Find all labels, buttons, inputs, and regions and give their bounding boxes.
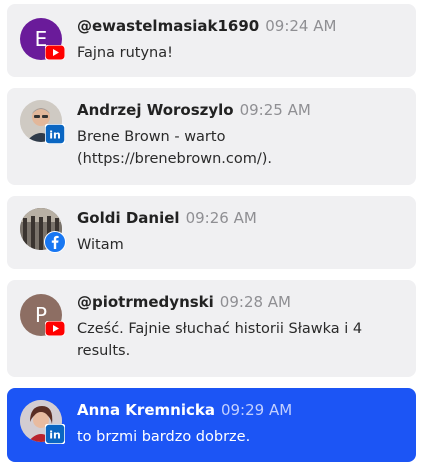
- message-author: Goldi Daniel: [77, 209, 180, 227]
- chat-message[interactable]: Goldi Daniel 09:26 AM Witam: [7, 196, 416, 269]
- message-text: Witam: [77, 237, 124, 253]
- avatar: [20, 208, 66, 253]
- message-time: 09:28 AM: [219, 293, 291, 311]
- message-text: Cześć. Fajnie słuchać historii Sławka i …: [77, 321, 363, 359]
- facebook-icon: [44, 231, 66, 253]
- message-text: Fajna rutyna!: [77, 45, 173, 61]
- message-author: @ewastelmasiak1690: [77, 17, 260, 35]
- youtube-icon: [44, 317, 66, 339]
- svg-text:in: in: [49, 429, 61, 442]
- chat-message-highlighted[interactable]: in Anna Kremnicka 09:29 AM to brzmi bardz…: [7, 388, 416, 462]
- avatar: E: [20, 18, 65, 60]
- message-author: Andrzej Woroszylo: [77, 101, 234, 119]
- avatar: P: [20, 294, 65, 336]
- chat-message[interactable]: in Andrzej Woroszylo 09:25 AM Brene Brown…: [7, 88, 416, 185]
- avatar: in: [20, 100, 65, 144]
- message-time: 09:26 AM: [185, 209, 257, 227]
- linkedin-icon: in: [44, 123, 66, 145]
- message-text: to brzmi bardzo dobrze.: [77, 429, 251, 445]
- message-author: Anna Kremnicka: [77, 401, 215, 419]
- message-time: 09:29 AM: [220, 401, 293, 419]
- linkedin-icon: in: [44, 423, 66, 445]
- youtube-icon: [44, 41, 66, 63]
- avatar: in: [20, 400, 65, 444]
- chat-message[interactable]: E @ewastelmasiak1690 09:24 AM Fajna rutyn…: [7, 4, 416, 77]
- message-time: 09:25 AM: [239, 101, 311, 119]
- chat-message[interactable]: P @piotrmedynski 09:28 AM Cześć. Fajnie s…: [7, 280, 416, 377]
- message-text: Brene Brown - warto (https://brenebrown.…: [77, 129, 273, 167]
- svg-text:in: in: [49, 129, 61, 142]
- message-author: @piotrmedynski: [77, 293, 214, 311]
- message-time: 09:24 AM: [265, 17, 337, 35]
